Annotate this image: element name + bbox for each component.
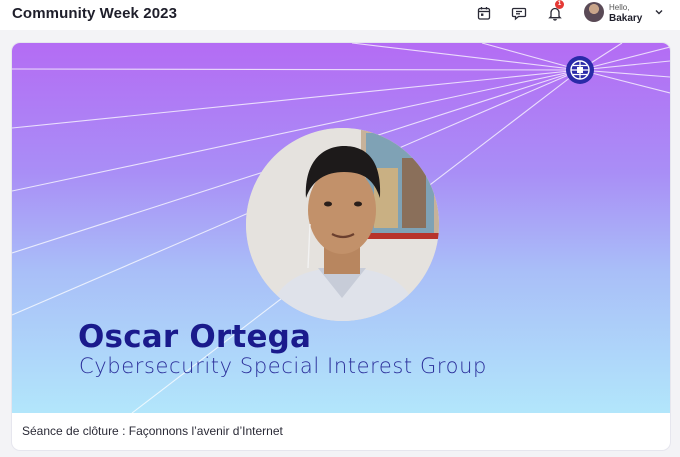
session-title[interactable]: Séance de clôture : Façonnons l’avenir d… [22,424,283,438]
speaker-name: Oscar Ortega [78,319,312,355]
session-banner: Oscar Ortega Cybersecurity Special Inter… [12,43,670,413]
speaker-role: Cybersecurity Special Interest Group [79,354,487,378]
globe-icon [570,60,590,80]
bell-icon[interactable]: 1 [546,0,564,22]
top-bar: Community Week 2023 1 Hello, Bakary [0,0,680,30]
speaker-photo [246,128,439,321]
page-title: Community Week 2023 [12,5,178,22]
notification-badge: 1 [555,0,564,9]
calendar-icon[interactable] [475,4,493,22]
greeting-label: Hello, [609,3,630,12]
chevron-down-icon[interactable] [653,6,665,18]
user-name: Bakary [609,13,643,24]
avatar[interactable] [584,2,604,22]
user-greeting[interactable]: Hello, Bakary [609,2,642,24]
session-card[interactable]: Oscar Ortega Cybersecurity Special Inter… [12,43,670,450]
chat-icon[interactable] [510,4,528,22]
brand-logo [566,56,594,84]
